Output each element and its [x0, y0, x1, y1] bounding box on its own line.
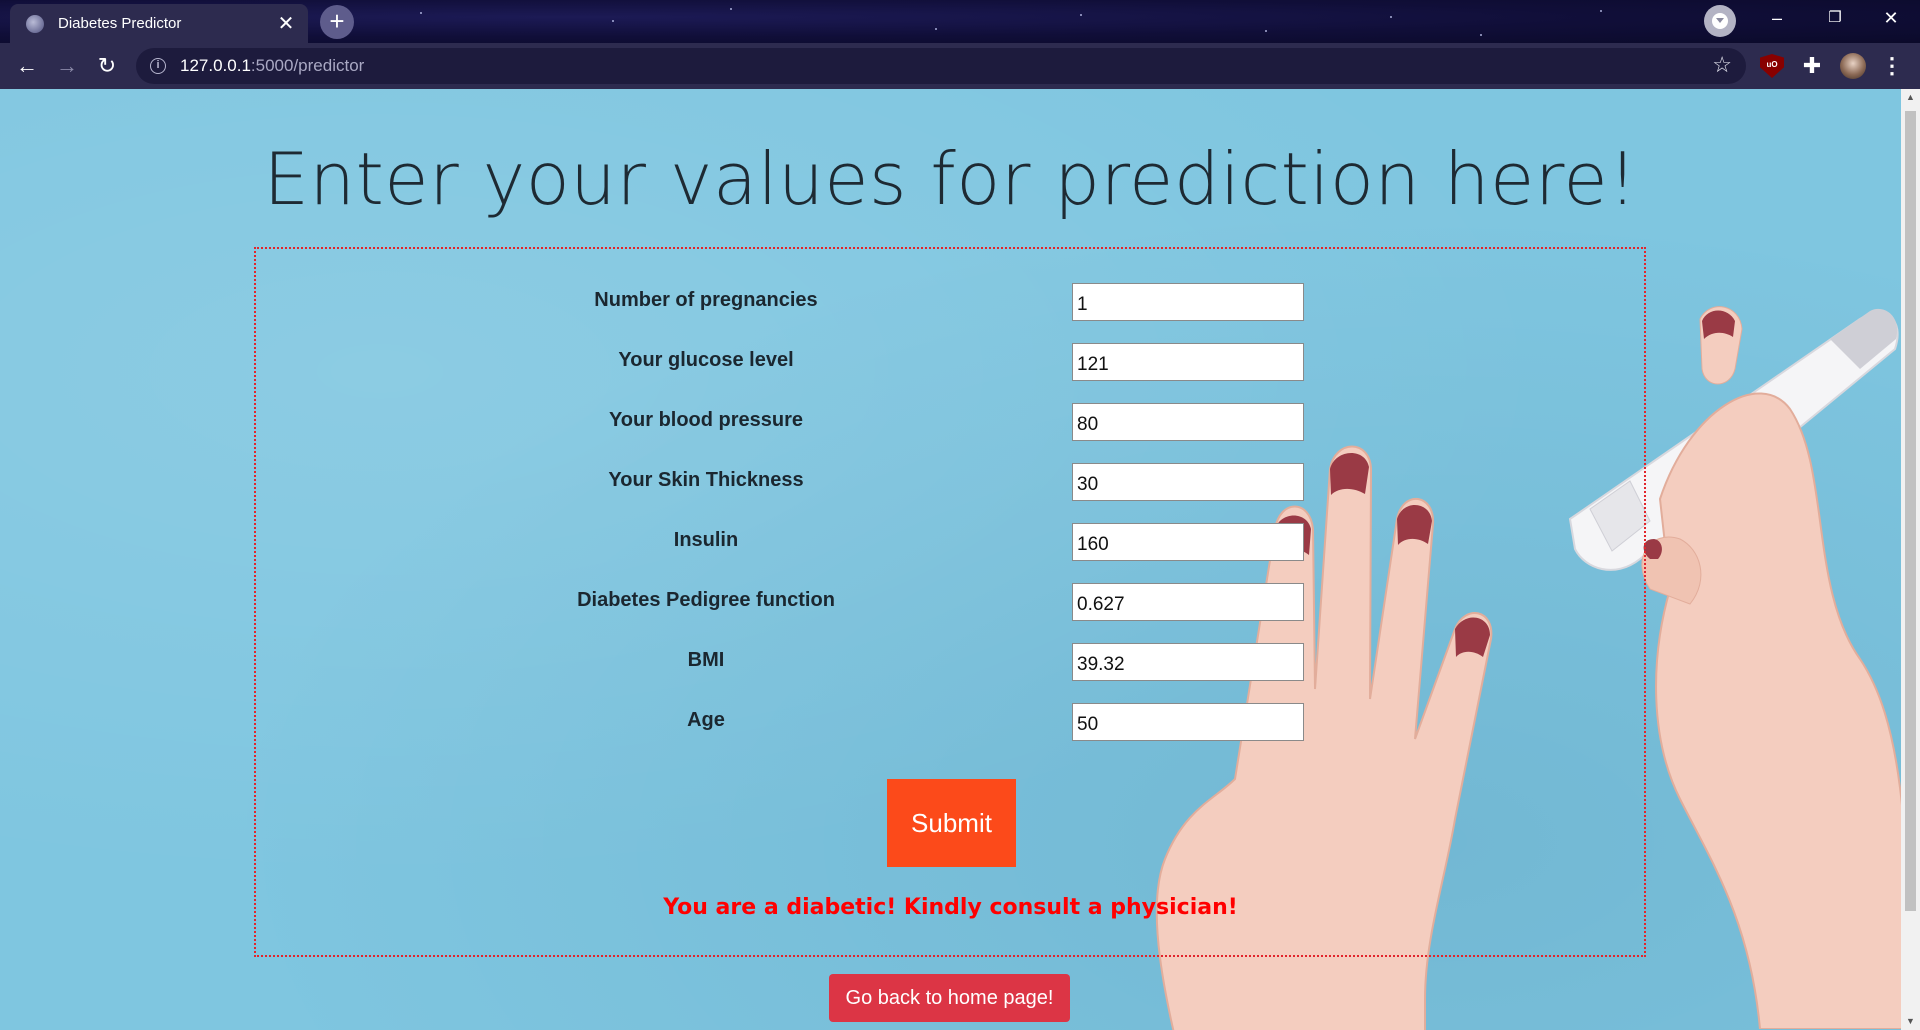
pedigree-label: Diabetes Pedigree function	[577, 589, 835, 611]
background-star	[935, 28, 937, 30]
window-close-button[interactable]: ✕	[1862, 0, 1920, 36]
chevron-down-icon	[1712, 13, 1728, 29]
restore-button[interactable]: ❐	[1806, 0, 1864, 36]
page-viewport: Enter your values for prediction here! N…	[0, 89, 1901, 1030]
bmi-input[interactable]	[1072, 643, 1304, 681]
submit-button[interactable]: Submit	[887, 779, 1016, 867]
tab-title: Diabetes Predictor	[58, 15, 182, 32]
address-bar[interactable]: i 127.0.0.1 :5000/predictor ☆	[136, 48, 1746, 84]
puzzle-icon[interactable]: ✚	[1800, 54, 1824, 78]
back-button[interactable]: ←	[11, 51, 43, 83]
pedigree-input[interactable]	[1072, 583, 1304, 621]
browser-tab[interactable]: Diabetes Predictor ✕	[10, 4, 308, 43]
insulin-label: Insulin	[673, 529, 739, 551]
background-star	[420, 12, 422, 14]
star-icon[interactable]: ☆	[1712, 52, 1732, 78]
insulin-input[interactable]	[1072, 523, 1304, 561]
reload-button[interactable]: ↻	[91, 51, 123, 83]
form-row-insulin: Insulin	[256, 523, 1648, 561]
background-star	[1080, 14, 1082, 16]
background-star	[1390, 16, 1392, 18]
form-row-skin-thickness: Your Skin Thickness	[256, 463, 1648, 501]
form-row-age: Age	[256, 703, 1648, 741]
skin-thickness-label: Your Skin Thickness	[608, 469, 804, 491]
new-tab-button[interactable]: +	[320, 5, 354, 39]
tab-search-button[interactable]	[1704, 5, 1736, 37]
tab-bar: Diabetes Predictor ✕ + – ❐ ✕	[0, 0, 1920, 43]
age-input[interactable]	[1072, 703, 1304, 741]
background-star	[1600, 10, 1602, 12]
browser-toolbar: ← → ↻ i 127.0.0.1 :5000/predictor ☆ uO ✚…	[0, 43, 1920, 89]
page-title: Enter your values for prediction here!	[263, 137, 1638, 221]
skin-thickness-input[interactable]	[1072, 463, 1304, 501]
form-row-pedigree: Diabetes Pedigree function	[256, 583, 1648, 621]
forward-button[interactable]: →	[51, 51, 83, 83]
scroll-up-arrow[interactable]: ▲	[1901, 89, 1920, 106]
globe-icon	[26, 14, 44, 33]
scrollbar-thumb[interactable]	[1905, 111, 1916, 911]
home-page-button[interactable]: Go back to home page!	[829, 974, 1070, 1022]
prediction-form: Number of pregnancies Your glucose level…	[254, 247, 1646, 957]
info-icon[interactable]: i	[150, 58, 166, 74]
glucose-input[interactable]	[1072, 343, 1304, 381]
minimize-button[interactable]: –	[1748, 0, 1806, 36]
glucose-label: Your glucose level	[618, 349, 794, 371]
url-host: 127.0.0.1	[180, 56, 251, 75]
pregnancies-label: Number of pregnancies	[594, 289, 818, 311]
bmi-label: BMI	[687, 649, 725, 671]
avatar[interactable]	[1840, 53, 1866, 79]
prediction-result: You are a diabetic! Kindly consult a phy…	[663, 895, 1238, 920]
menu-icon[interactable]: ⋮	[1880, 54, 1904, 78]
pregnancies-input[interactable]	[1072, 283, 1304, 321]
url-path: :5000/predictor	[250, 56, 365, 75]
background-star	[612, 20, 614, 22]
blood-pressure-label: Your blood pressure	[608, 409, 804, 431]
scroll-down-arrow[interactable]: ▼	[1901, 1013, 1920, 1030]
background-star	[1265, 30, 1267, 32]
close-icon[interactable]: ✕	[276, 11, 296, 36]
form-row-pregnancies: Number of pregnancies	[256, 283, 1648, 321]
blood-pressure-input[interactable]	[1072, 403, 1304, 441]
form-row-bmi: BMI	[256, 643, 1648, 681]
form-row-glucose: Your glucose level	[256, 343, 1648, 381]
age-label: Age	[687, 709, 725, 731]
background-star	[1480, 34, 1482, 36]
ublock-icon[interactable]: uO	[1760, 54, 1784, 78]
background-star	[730, 8, 732, 10]
page-scrollbar[interactable]: ▲ ▼	[1901, 89, 1920, 1030]
form-row-blood-pressure: Your blood pressure	[256, 403, 1648, 441]
